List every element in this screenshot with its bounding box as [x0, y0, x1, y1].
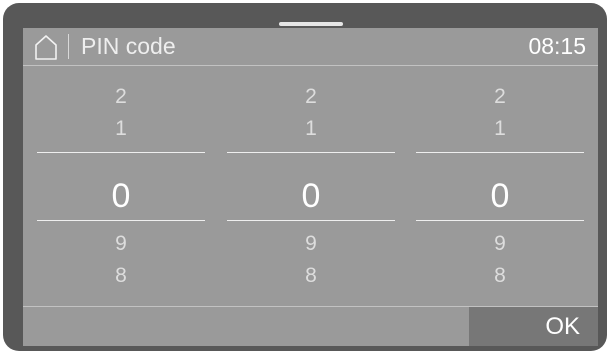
- home-icon: [35, 35, 57, 60]
- display-screen: PIN code 08:15 2 1 0 9 8 2 1 0 9 8 2 1 0…: [23, 28, 598, 346]
- digit-option[interactable]: 1: [227, 117, 395, 141]
- drag-handle[interactable]: [279, 22, 343, 26]
- digit-option[interactable]: 2: [37, 85, 205, 109]
- digit-option[interactable]: 2: [416, 85, 584, 109]
- digit-option[interactable]: 8: [227, 264, 395, 288]
- digit-option[interactable]: 1: [416, 117, 584, 141]
- pin-digit-wheel-3[interactable]: 2 1 0 9 8: [416, 66, 584, 306]
- ok-button[interactable]: OK: [469, 307, 598, 346]
- home-button[interactable]: [31, 32, 61, 62]
- selection-line-top: [416, 152, 584, 153]
- page-title: PIN code: [81, 33, 176, 59]
- digit-option[interactable]: 9: [37, 232, 205, 256]
- digit-option[interactable]: 9: [227, 232, 395, 256]
- digit-option[interactable]: 8: [416, 264, 584, 288]
- digit-option[interactable]: 1: [37, 117, 205, 141]
- selected-digit[interactable]: 0: [227, 176, 395, 216]
- selection-line-top: [37, 152, 205, 153]
- selected-digit[interactable]: 0: [37, 176, 205, 216]
- selection-line-bottom: [37, 220, 205, 221]
- clock-time: 08:15: [528, 33, 586, 59]
- selected-digit[interactable]: 0: [416, 176, 584, 216]
- digit-option[interactable]: 9: [416, 232, 584, 256]
- selection-line-bottom: [227, 220, 395, 221]
- digit-option[interactable]: 2: [227, 85, 395, 109]
- header-bar: PIN code 08:15: [23, 28, 598, 65]
- pin-digit-wheel-1[interactable]: 2 1 0 9 8: [37, 66, 205, 306]
- pin-digit-wheel-2[interactable]: 2 1 0 9 8: [227, 66, 395, 306]
- selection-line-bottom: [416, 220, 584, 221]
- header-divider: [68, 34, 69, 59]
- digit-option[interactable]: 8: [37, 264, 205, 288]
- selection-line-top: [227, 152, 395, 153]
